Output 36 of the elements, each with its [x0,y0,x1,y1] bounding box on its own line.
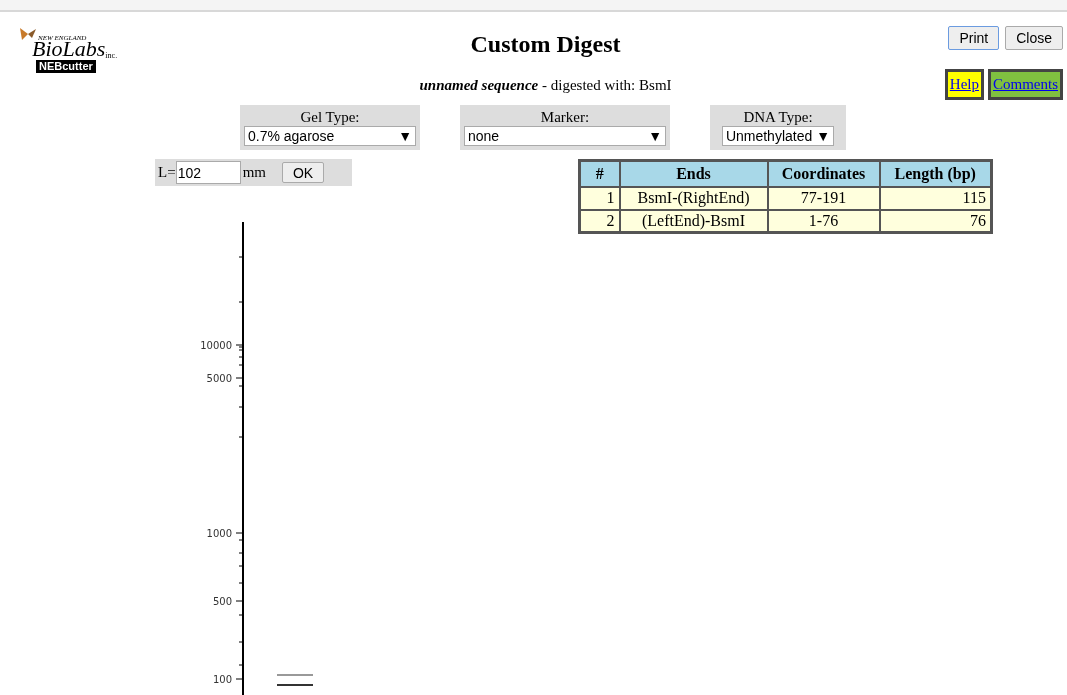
dropdown[interactable]: 0.7% agarose ▼ [244,126,416,146]
print-button[interactable]: Print [948,26,1000,50]
logo-text: inc. [105,52,118,60]
axis-label: 5000 [206,373,232,384]
length-field[interactable]: 102 [175,161,241,184]
table-cell: 76 [879,209,992,233]
comments-link[interactable]: Comments [988,69,1063,100]
close-button[interactable]: Close [1005,26,1063,50]
table-cell: 2 [579,209,620,233]
select-label: Marker: [540,109,590,126]
help-link[interactable]: Help [944,69,984,100]
select-label: DNA Type: [743,109,813,126]
table-cell: (LeftEnd)-BsmI [619,209,768,233]
column-header: Coordinates [767,160,880,187]
unit-label: mm [242,163,266,183]
axis-label: 100 [212,674,232,685]
column-header: Ends [619,160,768,187]
select-label: Gel Type: [300,109,360,126]
axis-label: 500 [212,596,232,607]
dropdown[interactable]: none ▼ [464,126,666,146]
length-prefix: L= [158,163,176,183]
column-header: Length (bp) [879,160,992,187]
table-cell: 1 [579,186,620,210]
dropdown[interactable]: Unmethylated ▼ [721,126,835,146]
ok-button[interactable]: OK [281,162,325,183]
page-title: Custom Digest [470,32,621,56]
table-cell: BsmI-(RightEnd) [619,186,768,210]
butterfly-icon [18,26,38,42]
table-cell: 77-191 [767,186,880,210]
subtitle: unnamed sequence - digested with: BsmI [419,76,672,95]
table-cell: 1-76 [767,209,880,233]
axis-label: 1000 [206,528,232,539]
axis-label: 10000 [200,340,232,351]
logo-badge: NEBcutter [36,60,96,73]
column-header: # [579,160,620,187]
table-cell: 115 [879,186,992,210]
